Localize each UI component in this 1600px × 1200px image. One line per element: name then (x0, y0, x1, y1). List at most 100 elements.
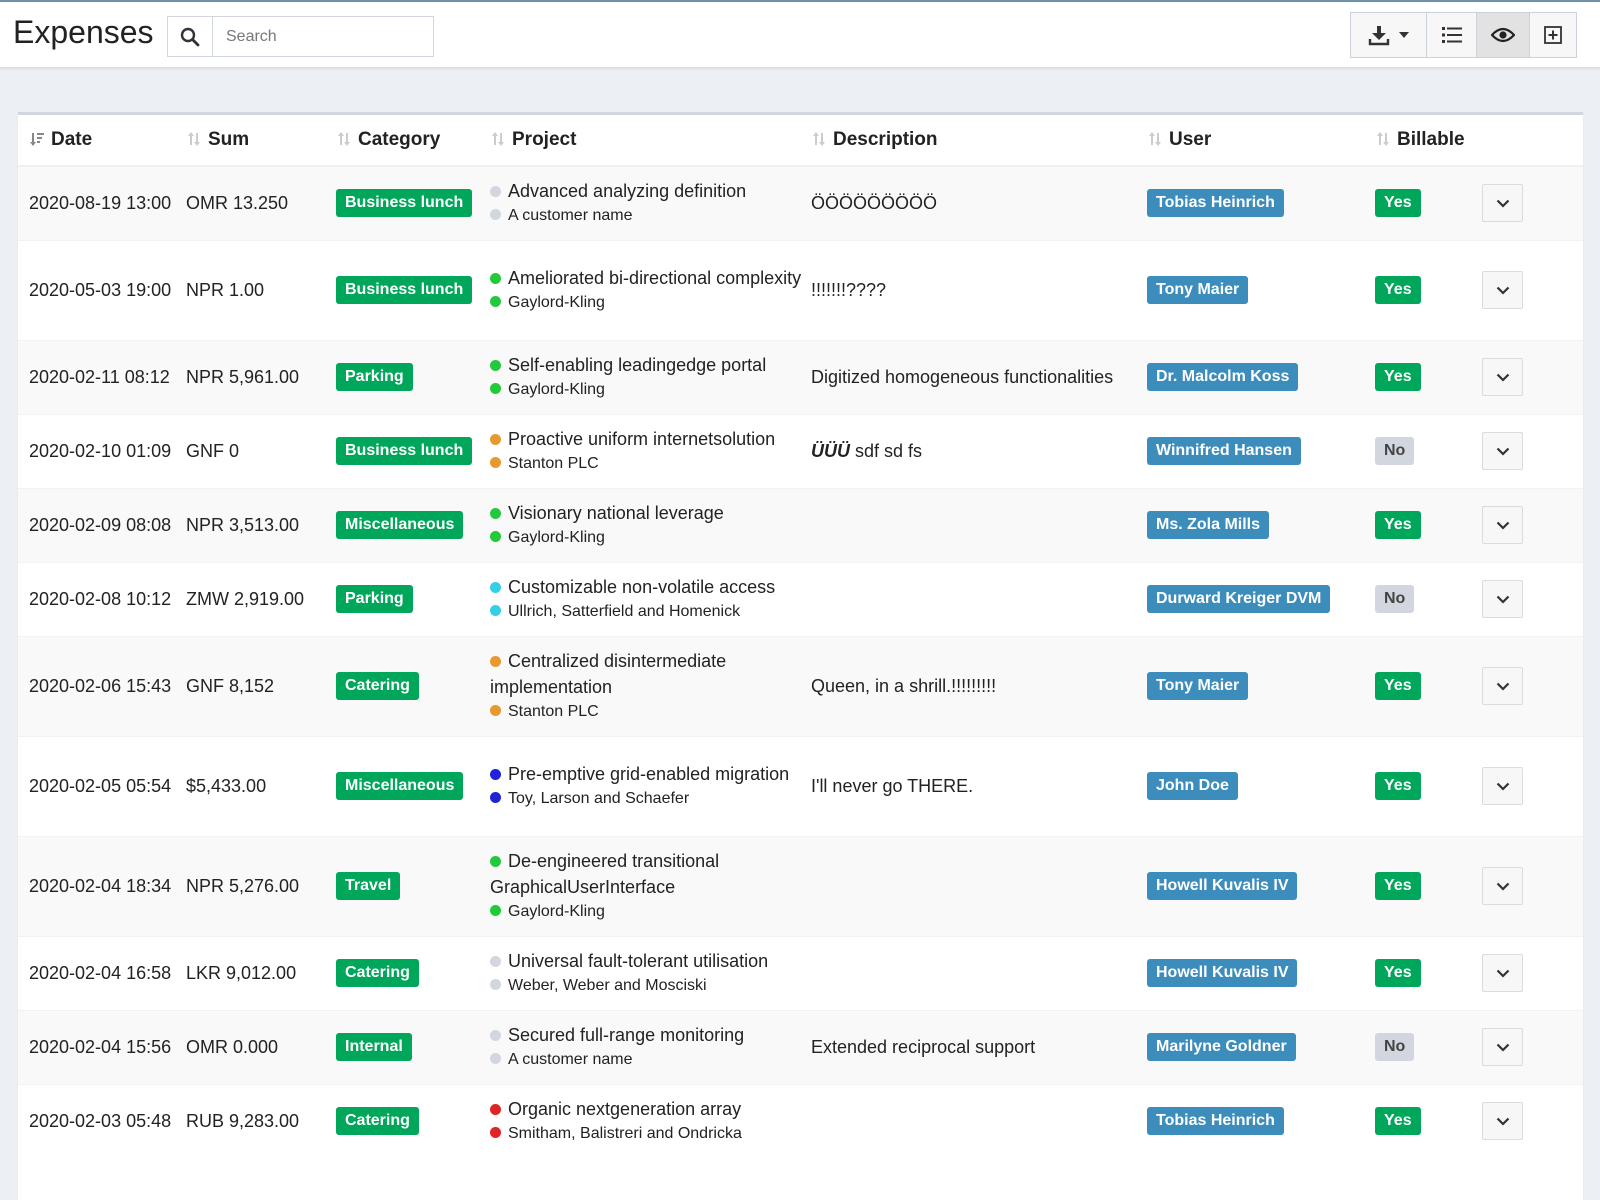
table-row[interactable]: 2020-08-19 13:00 OMR 13.250 Business lunch… (18, 165, 1583, 240)
user-badge[interactable]: Tobias Heinrich (1147, 1107, 1284, 1136)
project-name[interactable]: Centralized disintermediate implementati… (490, 648, 811, 700)
table-row[interactable]: 2020-02-05 05:54 $5,433.00 Miscellaneous Pr… (18, 735, 1583, 836)
row-actions-button[interactable] (1482, 767, 1523, 805)
user-badge[interactable]: Howell Kuvalis IV (1147, 872, 1298, 900)
project-name[interactable]: Visionary national leverage (490, 500, 811, 526)
project-name[interactable]: Customizable non-volatile access (490, 574, 811, 600)
table-row[interactable]: 2020-02-04 16:58 LKR 9,012.00 Catering Univ… (18, 935, 1583, 1010)
customer-name[interactable]: Gaylord-Kling (490, 291, 811, 315)
column-header-project[interactable]: Project (490, 115, 811, 167)
customer-name[interactable]: A customer name (490, 204, 811, 228)
table-row[interactable]: 2020-02-08 10:12 ZMW 2,919.00 Parking Custo… (18, 561, 1583, 636)
customer-name[interactable]: Stanton PLC (490, 700, 811, 724)
row-actions-button[interactable] (1482, 667, 1523, 705)
column-header-date[interactable]: Date (18, 115, 186, 167)
user-badge[interactable]: Marilyne Goldner (1147, 1033, 1296, 1061)
row-actions-button[interactable] (1482, 1102, 1523, 1141)
row-actions-button[interactable] (1482, 954, 1523, 992)
description-text: sdf sd fs (850, 440, 923, 461)
user-badge[interactable]: Howell Kuvalis IV (1147, 959, 1298, 987)
customer-color-dot (490, 705, 501, 716)
table-row[interactable]: 2020-02-06 15:43 GNF 8,152 Catering Central… (18, 635, 1583, 736)
project-label: Ameliorated bi-directional complexity (508, 268, 802, 288)
user-badge[interactable]: Winnifred Hansen (1147, 437, 1301, 465)
search-button[interactable] (168, 17, 213, 56)
table-row[interactable]: 2020-02-09 08:08 NPR 3,513.00 Miscellaneou… (18, 487, 1583, 562)
project-name[interactable]: Ameliorated bi-directional complexity (490, 265, 811, 291)
project-name[interactable]: Secured full-range monitoring (490, 1022, 811, 1048)
description-text: I'll never go THERE. (811, 775, 974, 796)
row-actions-button[interactable] (1482, 580, 1523, 618)
table-row[interactable]: 2020-02-10 01:09 GNF 0 Business lunch Proac… (18, 413, 1583, 488)
project-name[interactable]: De-engineered transitional GraphicalUser… (490, 848, 811, 900)
project-label: Centralized disintermediate implementati… (490, 651, 727, 697)
customer-color-dot (490, 792, 501, 803)
download-button[interactable] (1350, 12, 1427, 58)
customer-name[interactable]: Gaylord-Kling (490, 378, 811, 402)
category-cell: Business lunch (336, 413, 490, 488)
user-badge[interactable]: Ms. Zola Mills (1147, 511, 1270, 539)
table-row[interactable]: 2020-02-04 15:56 OMR 0.000 Internal Secured… (18, 1009, 1583, 1084)
search-input[interactable] (213, 17, 433, 56)
column-header-category[interactable]: Category (336, 115, 490, 167)
user-badge[interactable]: John Doe (1147, 772, 1238, 800)
project-name[interactable]: Organic nextgeneration array (490, 1096, 811, 1122)
date-cell: 2020-02-09 08:08 (18, 487, 186, 562)
user-cell: Dr. Malcolm Koss (1147, 339, 1375, 414)
project-color-dot (490, 656, 501, 667)
user-badge[interactable]: Tobias Heinrich (1147, 189, 1284, 218)
row-actions-button[interactable] (1482, 506, 1523, 544)
column-header-billable[interactable]: Billable (1375, 115, 1482, 167)
category-cell: Internal (336, 1009, 490, 1084)
add-button[interactable] (1529, 12, 1577, 58)
column-header-sum[interactable]: Sum (186, 115, 336, 167)
project-label: Visionary national leverage (508, 503, 724, 523)
top-bar: Expenses (0, 0, 1600, 68)
table-row[interactable]: 2020-02-11 08:12 NPR 5,961.00 Parking Self-… (18, 339, 1583, 414)
project-color-dot (490, 956, 501, 967)
project-name[interactable]: Pre-emptive grid-enabled migration (490, 761, 811, 787)
chevron-down-icon (1496, 447, 1509, 456)
actions-cell (1482, 735, 1583, 836)
column-header-description[interactable]: Description (811, 115, 1147, 167)
row-actions-button[interactable] (1482, 1028, 1523, 1066)
table-row[interactable]: 2020-05-03 19:00 NPR 1.00 Business lunch Am… (18, 239, 1583, 340)
visibility-button[interactable] (1476, 12, 1530, 58)
category-badge: Travel (336, 872, 401, 900)
category-badge: Business lunch (336, 276, 473, 304)
customer-name[interactable]: Gaylord-Kling (490, 900, 811, 924)
customer-name[interactable]: Weber, Weber and Mosciski (490, 974, 811, 998)
customer-name[interactable]: Gaylord-Kling (490, 526, 811, 550)
row-actions-button[interactable] (1482, 358, 1523, 396)
customer-name[interactable]: A customer name (490, 1048, 811, 1072)
row-actions-button[interactable] (1482, 867, 1523, 905)
user-badge[interactable]: Dr. Malcolm Koss (1147, 363, 1299, 391)
sort-icon (338, 132, 350, 146)
billable-cell: No (1375, 413, 1482, 488)
project-name[interactable]: Universal fault-tolerant utilisation (490, 948, 811, 974)
actions-cell (1482, 413, 1583, 488)
list-button[interactable] (1426, 12, 1477, 58)
project-name[interactable]: Self-enabling leadingedge portal (490, 352, 811, 378)
customer-color-dot (490, 531, 501, 542)
customer-name[interactable]: Toy, Larson and Schaefer (490, 787, 811, 811)
user-badge[interactable]: Durward Kreiger DVM (1147, 585, 1331, 613)
user-badge[interactable]: Tony Maier (1147, 672, 1249, 700)
project-color-dot (490, 769, 501, 780)
row-actions-button[interactable] (1482, 184, 1523, 223)
row-actions-button[interactable] (1482, 432, 1523, 470)
column-header-user[interactable]: User (1147, 115, 1375, 167)
column-label: Billable (1397, 129, 1465, 150)
customer-name[interactable]: Stanton PLC (490, 452, 811, 476)
project-name[interactable]: Proactive uniform internetsolution (490, 426, 811, 452)
category-badge: Business lunch (336, 189, 473, 218)
project-name[interactable]: Advanced analyzing definition (490, 178, 811, 204)
customer-name[interactable]: Ullrich, Satterfield and Homenick (490, 600, 811, 624)
description-cell: Digitized homogeneous functionalities (811, 339, 1147, 414)
user-badge[interactable]: Tony Maier (1147, 276, 1249, 304)
row-actions-button[interactable] (1482, 271, 1523, 309)
project-color-dot (490, 1030, 501, 1041)
customer-name[interactable]: Smitham, Balistreri and Ondricka (490, 1122, 811, 1146)
table-row[interactable]: 2020-02-03 05:48 RUB 9,283.00 Catering Orga… (18, 1083, 1583, 1158)
table-row[interactable]: 2020-02-04 18:34 NPR 5,276.00 Travel De-eng… (18, 835, 1583, 936)
